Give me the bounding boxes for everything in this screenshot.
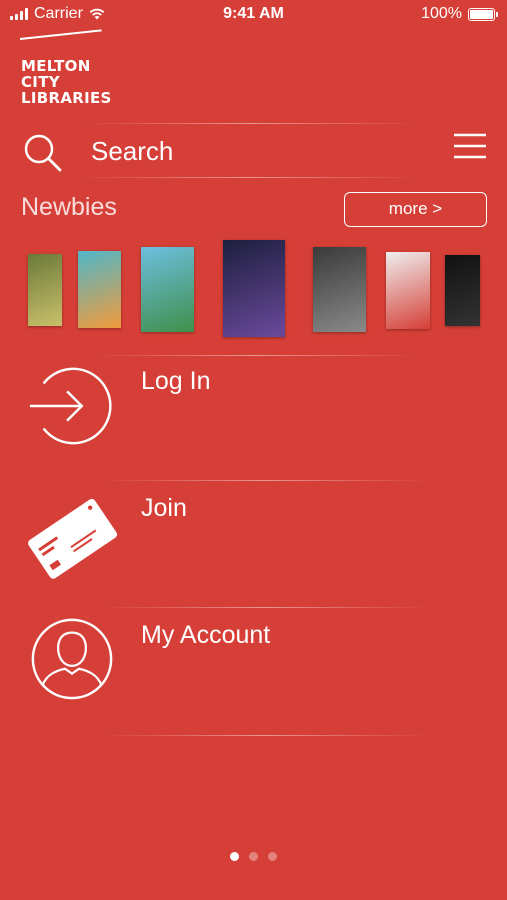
book-cover-art <box>313 247 366 332</box>
my-account-link[interactable]: My Account <box>141 621 270 650</box>
page-dot[interactable] <box>230 852 239 861</box>
book-cover-art <box>445 255 480 326</box>
search-icon[interactable] <box>22 132 64 174</box>
divider <box>100 607 430 608</box>
book-cover[interactable] <box>223 240 285 337</box>
logo-line <box>19 29 102 40</box>
book-cover[interactable] <box>78 251 121 328</box>
search-field[interactable]: Search <box>91 136 173 167</box>
library-card-icon[interactable] <box>22 488 122 588</box>
book-cover-art <box>141 247 194 332</box>
page-dot[interactable] <box>249 852 258 861</box>
page-indicator[interactable] <box>0 852 507 861</box>
page-dot[interactable] <box>268 852 277 861</box>
book-cover-art <box>386 252 430 329</box>
book-cover-art <box>223 240 285 337</box>
book-cover[interactable] <box>28 254 62 326</box>
divider <box>100 735 430 736</box>
book-cover[interactable] <box>386 252 430 329</box>
status-bar: Carrier 9:41 AM 100% <box>0 0 507 30</box>
user-profile-icon[interactable] <box>28 615 116 703</box>
hamburger-menu-icon[interactable] <box>453 132 487 162</box>
battery-percent: 100% <box>421 5 462 22</box>
divider <box>90 355 420 356</box>
book-cover[interactable] <box>141 247 194 332</box>
battery-icon <box>468 7 498 21</box>
divider <box>80 123 420 124</box>
logo-text: MELTON CITY LIBRARIES <box>21 57 112 107</box>
more-button[interactable]: more > <box>344 192 487 227</box>
book-cover[interactable] <box>445 255 480 326</box>
divider <box>80 177 420 178</box>
book-cover[interactable] <box>313 247 366 332</box>
log-in-link[interactable]: Log In <box>141 367 211 396</box>
divider <box>100 480 430 481</box>
newbies-heading: Newbies <box>21 193 117 221</box>
login-arrow-icon[interactable] <box>28 362 116 450</box>
status-right: 100% <box>421 5 498 23</box>
join-link[interactable]: Join <box>141 494 187 523</box>
